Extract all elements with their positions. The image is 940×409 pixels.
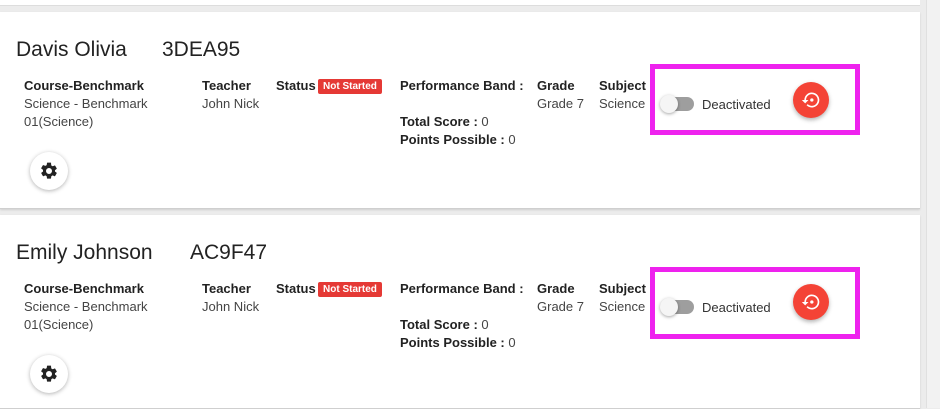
status-badge: Not Started [318, 79, 382, 94]
settings-button[interactable] [30, 152, 68, 190]
gear-icon [41, 365, 57, 382]
points-possible-value: 0 [508, 335, 516, 350]
subject-header: Subject [599, 281, 646, 296]
status-header: Status [276, 78, 316, 93]
teacher-header: Teacher [202, 281, 251, 296]
course-benchmark-header: Course-Benchmark [24, 281, 144, 296]
highlight-box [650, 64, 860, 135]
total-score: Total Score : 0 [400, 317, 489, 332]
total-score: Total Score : 0 [400, 114, 489, 129]
performance-band-header: Performance Band : [400, 281, 524, 296]
scrollbar[interactable] [926, 0, 940, 408]
teacher-header: Teacher [202, 78, 251, 93]
course-line2: 01(Science) [24, 114, 94, 129]
subject-header: Subject [599, 78, 646, 93]
teacher-value: John Nick [202, 96, 260, 111]
total-score-value: 0 [481, 317, 489, 332]
course-line1: Science - Benchmark [24, 299, 148, 314]
points-possible-value: 0 [508, 132, 516, 147]
performance-band-header: Performance Band : [400, 78, 524, 93]
student-name: Davis Olivia [16, 38, 127, 61]
teacher-value: John Nick [202, 299, 260, 314]
highlight-box [650, 267, 860, 339]
gear-icon [41, 162, 57, 179]
points-possible: Points Possible : 0 [400, 335, 516, 350]
grade-header: Grade [537, 78, 575, 93]
student-code: 3DEA95 [162, 38, 241, 61]
top-divider [0, 0, 920, 6]
grade-header: Grade [537, 281, 575, 296]
grade-value: Grade 7 [537, 96, 584, 111]
course-line1: Science - Benchmark [24, 96, 148, 111]
points-possible: Points Possible : 0 [400, 132, 516, 147]
subject-value: Science [599, 96, 646, 111]
total-score-value: 0 [481, 114, 489, 129]
status-header: Status [276, 281, 316, 296]
student-code: AC9F47 [190, 241, 268, 264]
status-badge: Not Started [318, 282, 382, 297]
course-line2: 01(Science) [24, 317, 94, 332]
grade-value: Grade 7 [537, 299, 584, 314]
course-benchmark-header: Course-Benchmark [24, 78, 144, 93]
student-name: Emily Johnson [16, 241, 153, 264]
subject-value: Science [599, 299, 646, 314]
settings-button[interactable] [30, 355, 68, 393]
